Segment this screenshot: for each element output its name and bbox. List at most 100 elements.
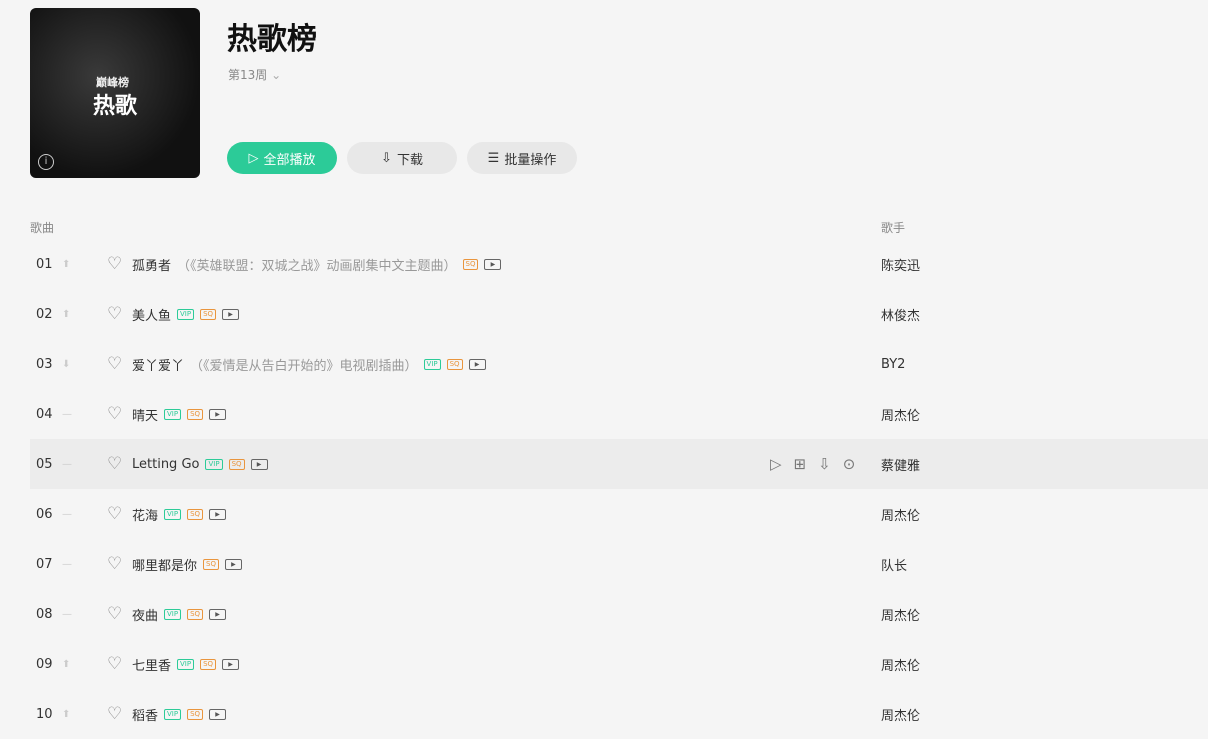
artist-name[interactable]: 周杰伦 [881, 705, 920, 724]
song-subtitle: （《英雄联盟：双城之战》动画剧集中文主题曲） [177, 258, 457, 274]
rank: 05 [36, 456, 53, 472]
heart-icon[interactable]: ♡ [107, 254, 122, 274]
vip-badge: VIP [164, 508, 182, 520]
vip-badge: VIP [164, 708, 182, 720]
sq-badge: SQ [187, 408, 204, 420]
mv-icon[interactable]: ▶ [209, 408, 227, 420]
artist-name[interactable]: 林俊杰 [881, 305, 920, 324]
vip-badge: VIP [423, 358, 441, 370]
vip-badge: VIP [164, 408, 182, 420]
mv-icon[interactable]: ▶ [484, 258, 502, 270]
song-row[interactable]: 03 ⬇ ♡ 爱丫爱丫 （《爱情是从告白开始的》电视剧插曲） VIP SQ ▶ BY2 [30, 339, 1208, 389]
mv-icon[interactable]: ▶ [209, 608, 227, 620]
sq-badge: SQ [187, 508, 204, 520]
mv-icon[interactable]: ▶ [468, 358, 486, 370]
trend-flat-icon: — [62, 508, 72, 520]
rank: 01 [36, 256, 53, 272]
vip-badge: VIP [177, 308, 195, 320]
heart-icon[interactable]: ♡ [107, 354, 122, 374]
sq-badge: SQ [200, 658, 217, 670]
heart-icon[interactable]: ♡ [107, 554, 122, 574]
song-title[interactable]: 爱丫爱丫 [132, 355, 184, 374]
trend-flat-icon: — [62, 458, 72, 470]
play-icon[interactable]: ▷ [770, 455, 782, 473]
column-artist: 歌手 [881, 221, 906, 235]
artist-name[interactable]: 周杰伦 [881, 605, 920, 624]
week-label: 第13周 [228, 68, 268, 82]
artist-name[interactable]: BY2 [881, 357, 905, 372]
page-title: 热歌榜 [227, 22, 317, 57]
song-row[interactable]: 08 — ♡ 夜曲 VIP SQ ▶ 周杰伦 [30, 589, 1208, 639]
song-row[interactable]: 07 — ♡ 哪里都是你 SQ ▶ 队长 [30, 539, 1208, 589]
heart-icon[interactable]: ♡ [107, 454, 122, 474]
vip-badge: VIP [177, 658, 195, 670]
song-row[interactable]: 09 ⬆ ♡ 七里香 VIP SQ ▶ 周杰伦 [30, 639, 1208, 689]
trend-up-icon: ⬆ [62, 308, 71, 320]
song-title[interactable]: 稻香 [132, 705, 158, 724]
sq-badge: SQ [446, 358, 463, 370]
rank: 02 [36, 306, 53, 322]
batch-button[interactable]: ☰ 批量操作 [467, 142, 577, 174]
song-subtitle: （《爱情是从告白开始的》电视剧插曲） [190, 358, 418, 374]
more-icon[interactable]: ⊙ [843, 455, 856, 473]
chart-cover: 巅峰榜 热歌 i [30, 8, 200, 178]
mv-icon[interactable]: ▶ [222, 658, 240, 670]
song-title[interactable]: 孤勇者 [132, 255, 171, 274]
add-icon[interactable]: ⊞ [794, 455, 807, 473]
mv-icon[interactable]: ▶ [250, 458, 268, 470]
heart-icon[interactable]: ♡ [107, 404, 122, 424]
sq-badge: SQ [228, 458, 245, 470]
vip-badge: VIP [205, 458, 223, 470]
sq-badge: SQ [203, 558, 219, 570]
song-title[interactable]: 美人鱼 [132, 305, 171, 324]
mv-icon[interactable]: ▶ [224, 558, 242, 570]
heart-icon[interactable]: ♡ [107, 654, 122, 674]
heart-icon[interactable]: ♡ [107, 504, 122, 524]
play-all-label: 全部播放 [263, 152, 316, 168]
sq-badge: SQ [187, 608, 204, 620]
rank: 06 [36, 506, 53, 522]
rank: 07 [36, 556, 53, 572]
mv-icon[interactable]: ▶ [222, 308, 240, 320]
artist-name[interactable]: 陈奕迅 [881, 255, 920, 274]
song-title[interactable]: Letting Go [132, 457, 199, 472]
song-row[interactable]: 01 ⬆ ♡ 孤勇者 （《英雄联盟：双城之战》动画剧集中文主题曲） SQ ▶ 陈奕迅 [30, 239, 1208, 289]
chevron-down-icon: ⌄ [271, 68, 282, 82]
song-title[interactable]: 晴天 [132, 405, 158, 424]
song-row[interactable]: 06 — ♡ 花海 VIP SQ ▶ 周杰伦 [30, 489, 1208, 539]
song-title[interactable]: 七里香 [132, 655, 171, 674]
mv-icon[interactable]: ▶ [209, 708, 227, 720]
song-title[interactable]: 花海 [132, 505, 158, 524]
play-all-button[interactable]: ▷ 全部播放 [227, 142, 337, 174]
song-title[interactable]: 夜曲 [132, 605, 158, 624]
sq-badge: SQ [200, 308, 217, 320]
rank: 04 [36, 406, 53, 422]
trend-flat-icon: — [62, 608, 72, 620]
artist-name[interactable]: 周杰伦 [881, 505, 920, 524]
song-title[interactable]: 哪里都是你 [132, 555, 197, 574]
download-icon: ⇩ [381, 150, 392, 166]
trend-flat-icon: — [62, 408, 72, 420]
heart-icon[interactable]: ♡ [107, 304, 122, 324]
song-row[interactable]: 02 ⬆ ♡ 美人鱼 VIP SQ ▶ 林俊杰 [30, 289, 1208, 339]
download-icon[interactable]: ⇩ [818, 455, 831, 473]
week-selector[interactable]: 第13周 ⌄ [228, 66, 281, 83]
column-song: 歌曲 [30, 221, 55, 235]
info-icon[interactable]: i [38, 154, 54, 170]
song-row[interactable]: 04 — ♡ 晴天 VIP SQ ▶ 周杰伦 [30, 389, 1208, 439]
heart-icon[interactable]: ♡ [107, 604, 122, 624]
list-icon: ☰ [487, 150, 500, 166]
song-row[interactable]: 05 — ♡ Letting Go VIP SQ ▶ ▷ ⊞ ⇩ ⊙ 蔡健雅 [30, 439, 1208, 489]
heart-icon[interactable]: ♡ [107, 704, 122, 724]
play-icon: ▷ [248, 150, 259, 166]
artist-name[interactable]: 队长 [881, 555, 907, 574]
sq-badge: SQ [187, 708, 204, 720]
vip-badge: VIP [164, 608, 182, 620]
artist-name[interactable]: 周杰伦 [881, 655, 920, 674]
mv-icon[interactable]: ▶ [209, 508, 227, 520]
artist-name[interactable]: 蔡健雅 [881, 455, 920, 474]
download-button[interactable]: ⇩ 下载 [347, 142, 457, 174]
rank: 09 [36, 656, 53, 672]
artist-name[interactable]: 周杰伦 [881, 405, 920, 424]
song-row[interactable]: 10 ⬆ ♡ 稻香 VIP SQ ▶ 周杰伦 [30, 689, 1208, 739]
